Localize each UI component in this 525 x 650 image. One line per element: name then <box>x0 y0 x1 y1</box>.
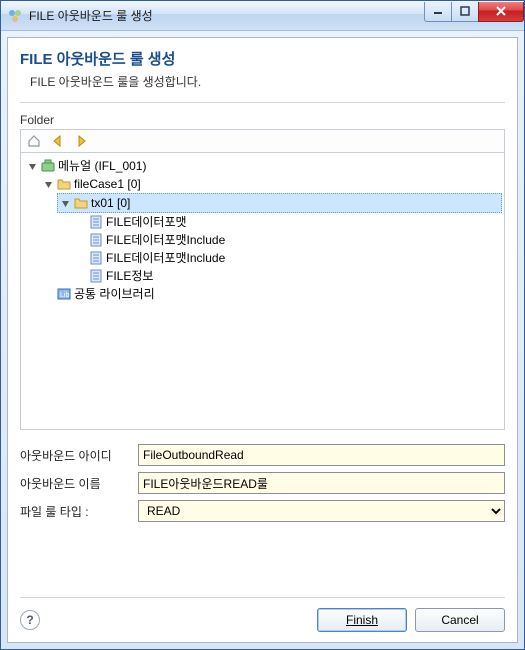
titlebar[interactable]: FILE 아웃바운드 룰 생성 <box>1 1 524 31</box>
tree-node-label: FILE데이터포맷Include <box>106 249 225 267</box>
back-button[interactable] <box>49 132 67 150</box>
help-button[interactable]: ? <box>20 610 40 630</box>
tree-node-tx01[interactable]: tx01 [0] <box>57 193 502 213</box>
forward-button[interactable] <box>73 132 91 150</box>
outbound-id-input[interactable] <box>138 444 505 466</box>
maximize-button[interactable] <box>451 2 479 22</box>
tree-node-filecase[interactable]: fileCase1 [0] <box>41 175 502 193</box>
file-icon <box>88 250 104 266</box>
tree-node-leaf[interactable]: FILE데이터포맷Include <box>73 231 502 249</box>
collapse-icon[interactable] <box>43 179 54 190</box>
svg-text:Lib: Lib <box>60 292 69 299</box>
finish-button[interactable]: Finish <box>317 608 407 632</box>
tree-node-leaf[interactable]: FILE데이터포맷 <box>73 213 502 231</box>
file-rule-type-label: 파일 룰 타입 : <box>20 503 130 520</box>
window-title: FILE 아웃바운드 룰 생성 <box>29 7 425 24</box>
tree-node-leaf[interactable]: FILE데이터포맷Include <box>73 249 502 267</box>
tree-node-leaf[interactable]: FILE정보 <box>73 267 502 285</box>
library-icon: Lib <box>56 286 72 302</box>
file-icon <box>88 268 104 284</box>
tree-node-label: 메뉴얼 (IFL_001) <box>58 157 146 175</box>
dialog-footer: ? Finish Cancel <box>20 597 505 632</box>
tree-node-label: 공통 라이브러리 <box>74 285 155 303</box>
dialog-client-area: FILE 아웃바운드 룰 생성 FILE 아웃바운드 룰을 생성합니다. Fol… <box>7 37 518 643</box>
dialog-window: FILE 아웃바운드 룰 생성 FILE 아웃바운드 룰 생성 FILE 아웃바… <box>0 0 525 650</box>
window-controls <box>425 2 524 22</box>
cancel-button[interactable]: Cancel <box>415 608 505 632</box>
folder-tree[interactable]: 메뉴얼 (IFL_001) fileCase1 [0] <box>20 152 505 430</box>
page-subtitle: FILE 아웃바운드 룰을 생성합니다. <box>20 73 505 90</box>
tree-node-label: FILE데이터포맷Include <box>106 231 225 249</box>
tree-node-label: tx01 [0] <box>91 194 130 212</box>
form: 아웃바운드 아이디 아웃바운드 이름 파일 룰 타입 : READ <box>20 444 505 528</box>
close-button[interactable] <box>478 2 524 22</box>
tree-node-label: FILE정보 <box>106 267 153 285</box>
outbound-name-input[interactable] <box>138 472 505 494</box>
minimize-button[interactable] <box>424 2 452 22</box>
home-button[interactable] <box>25 132 43 150</box>
outbound-id-label: 아웃바운드 아이디 <box>20 447 130 464</box>
tree-toolbar <box>20 129 505 152</box>
page-title: FILE 아웃바운드 룰 생성 <box>20 48 505 69</box>
tree-node-label: fileCase1 [0] <box>74 175 141 193</box>
tree-node-label: FILE데이터포맷 <box>106 213 187 231</box>
file-rule-type-select[interactable]: READ <box>138 500 505 522</box>
separator <box>20 102 505 103</box>
app-icon <box>7 8 23 24</box>
file-icon <box>88 232 104 248</box>
tree-node-root[interactable]: 메뉴얼 (IFL_001) <box>25 157 502 175</box>
outbound-name-label: 아웃바운드 이름 <box>20 475 130 492</box>
collapse-icon[interactable] <box>60 198 71 209</box>
help-icon: ? <box>26 613 33 627</box>
folder-icon <box>56 176 72 192</box>
tree-node-library[interactable]: Lib 공통 라이브러리 <box>41 285 502 303</box>
collapse-icon[interactable] <box>27 161 38 172</box>
file-icon <box>88 214 104 230</box>
folder-icon <box>73 195 89 211</box>
project-icon <box>40 158 56 174</box>
folder-section-label: Folder <box>20 113 505 127</box>
